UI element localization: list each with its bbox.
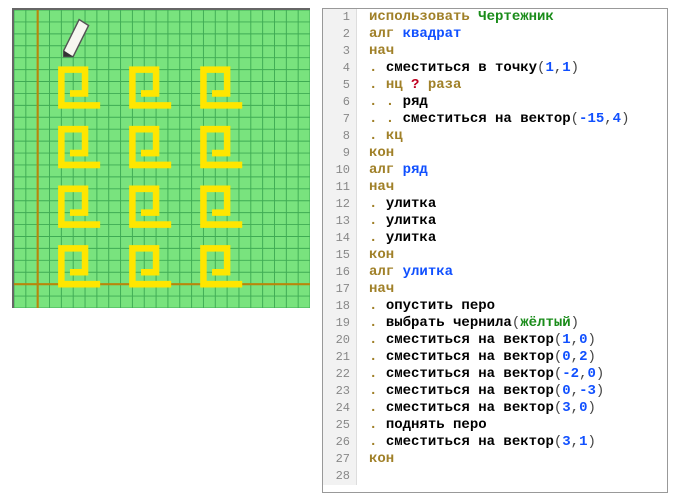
drawing-svg — [14, 10, 310, 308]
line-source: кон — [357, 451, 394, 468]
code-line[interactable]: 3нач — [323, 43, 667, 60]
line-source: . кц — [357, 128, 403, 145]
code-line[interactable]: 22. сместиться на вектор(-2,0) — [323, 366, 667, 383]
line-source: . сместиться на вектор(0,2) — [357, 349, 596, 366]
line-number: 2 — [323, 26, 357, 43]
line-source: использовать Чертежник — [357, 9, 554, 26]
line-source: нач — [357, 179, 394, 196]
code-line[interactable]: 5. нц ? раза — [323, 77, 667, 94]
code-line[interactable]: 13. улитка — [323, 213, 667, 230]
line-source: нач — [357, 281, 394, 298]
code-line[interactable]: 19. выбрать чернила(жёлтый) — [323, 315, 667, 332]
code-line[interactable]: 26. сместиться на вектор(3,1) — [323, 434, 667, 451]
line-number: 3 — [323, 43, 357, 60]
line-number: 14 — [323, 230, 357, 247]
code-line[interactable]: 8. кц — [323, 128, 667, 145]
code-line[interactable]: 23. сместиться на вектор(0,-3) — [323, 383, 667, 400]
line-source: . сместиться на вектор(0,-3) — [357, 383, 604, 400]
line-source: . сместиться на вектор(1,0) — [357, 332, 596, 349]
code-line[interactable]: 25. поднять перо — [323, 417, 667, 434]
line-number: 16 — [323, 264, 357, 281]
app-frame: 1использовать Чертежник2алг квадрат3нач4… — [0, 0, 680, 501]
line-source: . улитка — [357, 230, 436, 247]
drawing-canvas — [12, 8, 310, 308]
line-source: алг улитка — [357, 264, 453, 281]
line-source: . поднять перо — [357, 417, 487, 434]
code-line[interactable]: 14. улитка — [323, 230, 667, 247]
line-source: . нц ? раза — [357, 77, 461, 94]
line-source: нач — [357, 43, 394, 60]
line-number: 6 — [323, 94, 357, 111]
line-source: . улитка — [357, 196, 436, 213]
code-line[interactable]: 15кон — [323, 247, 667, 264]
code-line[interactable]: 10алг ряд — [323, 162, 667, 179]
line-source: . сместиться на вектор(3,0) — [357, 400, 596, 417]
line-number: 20 — [323, 332, 357, 349]
code-line[interactable]: 7. . сместиться на вектор(-15,4) — [323, 111, 667, 128]
line-number: 18 — [323, 298, 357, 315]
line-source: кон — [357, 145, 394, 162]
code-line[interactable]: 21. сместиться на вектор(0,2) — [323, 349, 667, 366]
code-line[interactable]: 6. . ряд — [323, 94, 667, 111]
line-source: . опустить перо — [357, 298, 495, 315]
line-number: 28 — [323, 468, 357, 485]
line-source: . сместиться в точку(1,1) — [357, 60, 579, 77]
line-number: 10 — [323, 162, 357, 179]
code-line[interactable]: 24. сместиться на вектор(3,0) — [323, 400, 667, 417]
code-line[interactable]: 2алг квадрат — [323, 26, 667, 43]
code-editor[interactable]: 1использовать Чертежник2алг квадрат3нач4… — [322, 8, 668, 493]
line-number: 9 — [323, 145, 357, 162]
code-line[interactable]: 18. опустить перо — [323, 298, 667, 315]
line-source: . сместиться на вектор(-2,0) — [357, 366, 604, 383]
line-source: . улитка — [357, 213, 436, 230]
code-line[interactable]: 11нач — [323, 179, 667, 196]
line-number: 8 — [323, 128, 357, 145]
line-source: . выбрать чернила(жёлтый) — [357, 315, 579, 332]
code-line[interactable]: 27кон — [323, 451, 667, 468]
code-line[interactable]: 28 — [323, 468, 667, 485]
code-line[interactable]: 1использовать Чертежник — [323, 9, 667, 26]
line-source: . . ряд — [357, 94, 428, 111]
line-number: 21 — [323, 349, 357, 366]
code-line[interactable]: 17нач — [323, 281, 667, 298]
code-line[interactable]: 20. сместиться на вектор(1,0) — [323, 332, 667, 349]
line-number: 12 — [323, 196, 357, 213]
line-number: 22 — [323, 366, 357, 383]
code-line[interactable]: 16алг улитка — [323, 264, 667, 281]
line-number: 4 — [323, 60, 357, 77]
line-number: 15 — [323, 247, 357, 264]
line-number: 23 — [323, 383, 357, 400]
line-source: . . сместиться на вектор(-15,4) — [357, 111, 629, 128]
line-number: 13 — [323, 213, 357, 230]
code-line[interactable]: 4. сместиться в точку(1,1) — [323, 60, 667, 77]
line-number: 25 — [323, 417, 357, 434]
code-line[interactable]: 12. улитка — [323, 196, 667, 213]
line-source: . сместиться на вектор(3,1) — [357, 434, 596, 451]
line-number: 11 — [323, 179, 357, 196]
line-source: кон — [357, 247, 394, 264]
line-number: 27 — [323, 451, 357, 468]
line-number: 24 — [323, 400, 357, 417]
line-source: алг квадрат — [357, 26, 461, 43]
line-number: 26 — [323, 434, 357, 451]
line-number: 1 — [323, 9, 357, 26]
line-number: 7 — [323, 111, 357, 128]
line-number: 5 — [323, 77, 357, 94]
line-number: 17 — [323, 281, 357, 298]
line-number: 19 — [323, 315, 357, 332]
code-line[interactable]: 9кон — [323, 145, 667, 162]
line-source: алг ряд — [357, 162, 428, 179]
